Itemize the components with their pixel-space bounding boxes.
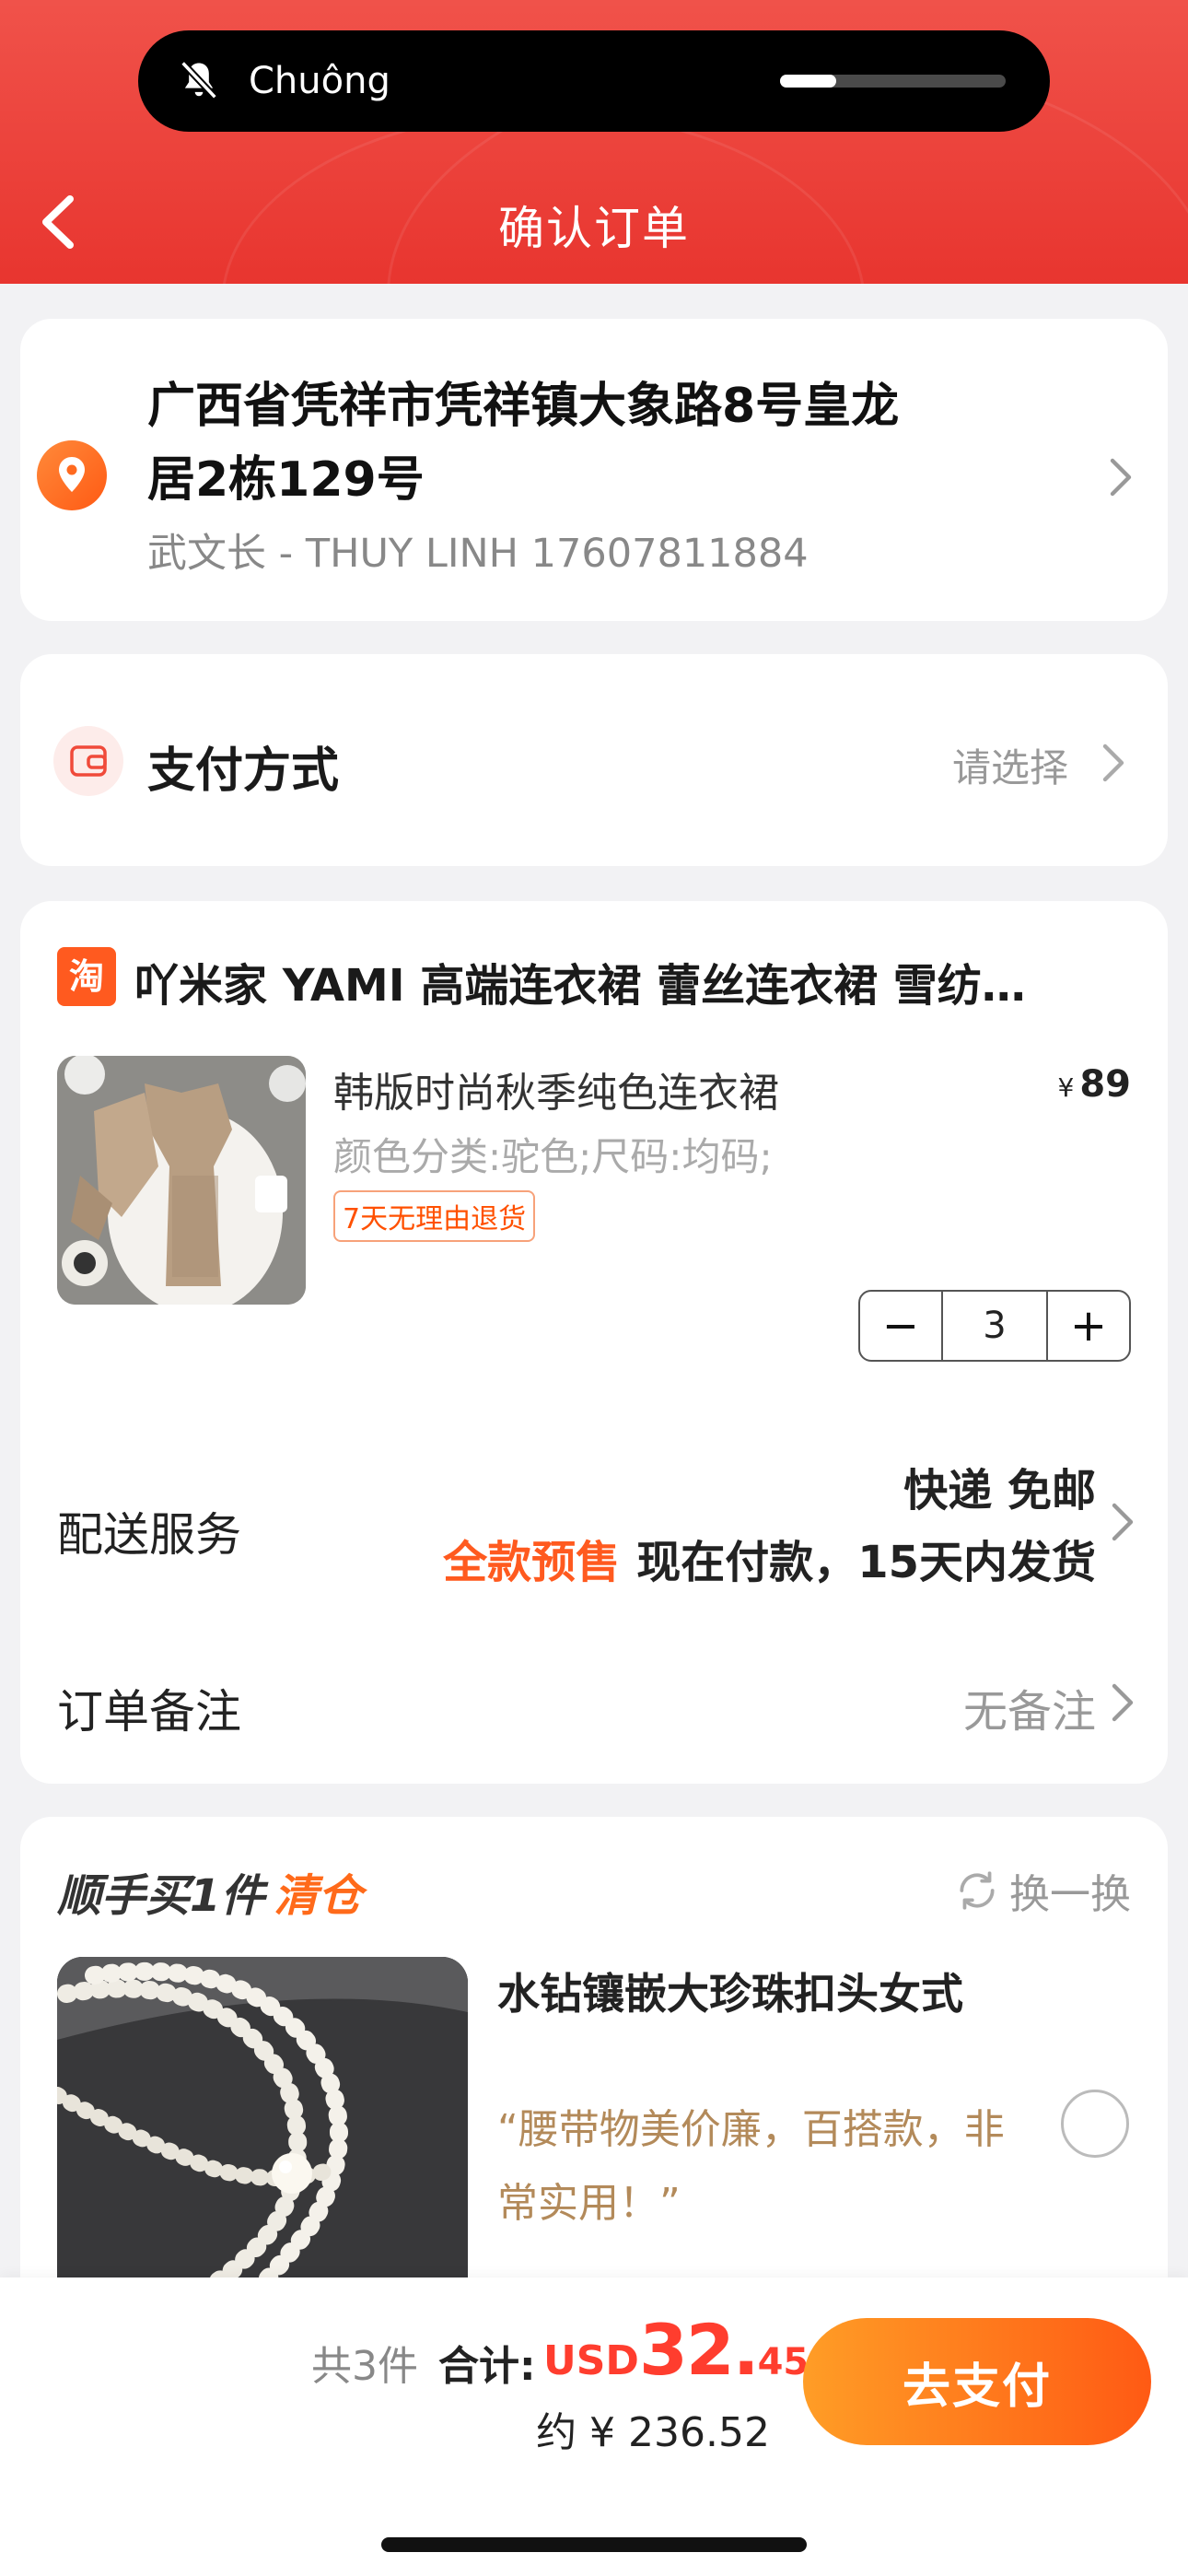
item-count: 共3件 xyxy=(311,2343,418,2390)
presale-label: 全款预售 xyxy=(443,1537,621,1588)
ringer-label: Chuông xyxy=(249,60,390,102)
recommended-product-review: “腰带物美价廉，百搭款，非常实用！” xyxy=(497,2106,1005,2227)
shop-name[interactable]: 吖米家 YAMI 高端连衣裙 蕾丝连衣裙 雪纺… xyxy=(134,949,1120,1013)
address-line-1: 广西省凭祥市凭祥镇大象路8号皇龙 xyxy=(147,379,900,434)
pearl-belt-photo xyxy=(57,1957,468,2307)
quantity-stepper: − 3 + xyxy=(858,1290,1131,1362)
refresh-icon xyxy=(960,1871,995,1910)
recommendation-title: 顺手买1件 清仓 xyxy=(57,1859,362,1924)
recommended-product-image[interactable] xyxy=(57,1957,468,2307)
return-policy-tag: 7天无理由退货 xyxy=(333,1190,536,1242)
product-spec: 颜色分类:驼色;尺码:均码; xyxy=(333,1134,773,1179)
total-label: 合计: xyxy=(438,2343,536,2390)
delivery-time: 现在付款，15天内发货 xyxy=(636,1537,1096,1588)
volume-bar xyxy=(780,75,1006,88)
wallet-icon xyxy=(53,726,123,796)
refresh-button[interactable]: 换一换 xyxy=(954,1861,1131,1920)
total-currency: USD xyxy=(543,2337,639,2384)
quantity-increase-button[interactable]: + xyxy=(1048,1292,1129,1360)
taobao-shop-icon: 淘 xyxy=(57,947,116,1006)
bell-muted-icon xyxy=(180,60,218,100)
product-price: ¥89 xyxy=(1058,1063,1132,1106)
chevron-right-icon[interactable] xyxy=(1109,457,1133,498)
price-currency: ¥ xyxy=(1057,1072,1075,1103)
volume-fill xyxy=(780,75,837,88)
dress-photo xyxy=(57,1056,306,1305)
address-line-2: 居2栋129号 xyxy=(147,452,425,508)
home-indicator[interactable] xyxy=(381,2537,807,2552)
quantity-decrease-button[interactable]: − xyxy=(860,1292,941,1360)
pay-button[interactable]: 去支付 xyxy=(803,2318,1151,2445)
order-note-value[interactable]: 无备注 xyxy=(963,1675,1096,1739)
chevron-right-icon[interactable] xyxy=(1111,1502,1135,1542)
chevron-right-icon[interactable] xyxy=(1111,1682,1135,1723)
shipping-method[interactable]: 快递 免邮 xyxy=(903,1454,1096,1518)
recommended-product-select-radio[interactable] xyxy=(1061,2090,1129,2158)
ringer-indicator: Chuông xyxy=(138,30,1050,132)
approx-cny-total: 约 ¥ 236.52 xyxy=(536,2409,770,2456)
refresh-label: 换一换 xyxy=(1009,1871,1131,1918)
shipping-detail[interactable]: 全款预售 现在付款，15天内发货 xyxy=(443,1526,1096,1590)
total-amount: USD32.45 xyxy=(543,2309,809,2391)
payment-method-label: 支付方式 xyxy=(147,744,340,799)
order-note-label: 订单备注 xyxy=(57,1685,241,1739)
payment-method-value[interactable]: 请选择 xyxy=(952,737,1068,793)
chevron-right-icon[interactable] xyxy=(1101,743,1125,783)
recommendation-title-text: 顺手买1件 xyxy=(57,1870,265,1922)
page-title: 确认订单 xyxy=(498,202,690,255)
total-integer: 32. xyxy=(638,2309,760,2391)
shipping-label: 配送服务 xyxy=(57,1508,241,1562)
price-value: 89 xyxy=(1079,1063,1131,1106)
location-pin-icon xyxy=(37,440,107,510)
total-decimal: 45 xyxy=(757,2341,809,2383)
recommended-product-name[interactable]: 水钻镶嵌大珍珠扣头女式 xyxy=(497,1961,963,2021)
product-image[interactable] xyxy=(57,1056,306,1305)
clearance-label: 清仓 xyxy=(274,1870,363,1922)
header: Chuông 确认订单 xyxy=(0,0,1188,284)
address-contact: 武文长 - THUY LINH 17607811884 xyxy=(147,531,809,577)
product-title[interactable]: 韩版时尚秋季纯色连衣裙 xyxy=(333,1060,779,1118)
quantity-value[interactable]: 3 xyxy=(941,1292,1048,1360)
